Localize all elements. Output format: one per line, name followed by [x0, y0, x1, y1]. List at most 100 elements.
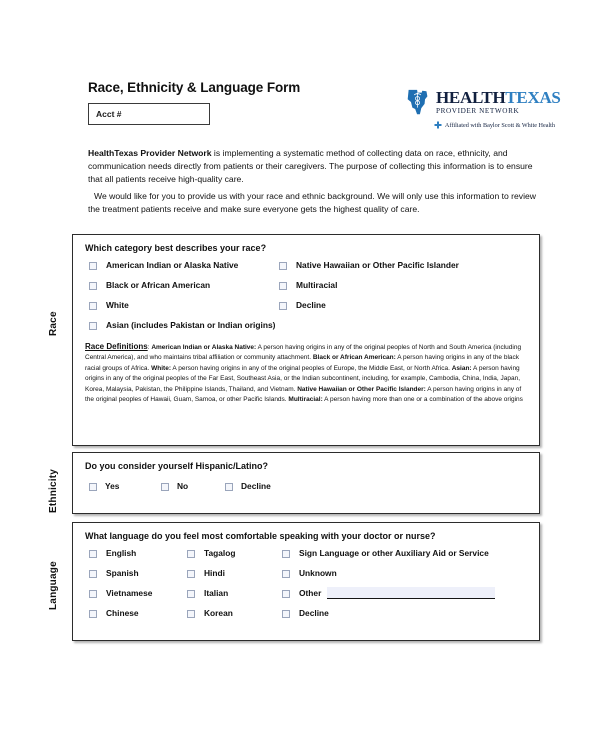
language-checkbox-decline[interactable] [282, 609, 290, 618]
language-option-label: Spanish [106, 568, 139, 578]
language-option-english[interactable]: English [85, 548, 152, 561]
ethnicity-option-label: Yes [105, 481, 120, 491]
language-checkbox-spanish[interactable] [89, 569, 97, 578]
race-option-native-hawaiian[interactable]: Native Hawaiian or Other Pacific Islande… [275, 260, 459, 273]
logo-word-health: HEALTH [436, 88, 506, 107]
race-option-label: Native Hawaiian or Other Pacific Islande… [296, 260, 459, 270]
intro-org-name: HealthTexas Provider Network [88, 148, 212, 158]
logo-word-texas: TEXAS [505, 88, 561, 107]
race-checkbox-native-hawaiian[interactable] [279, 261, 287, 270]
language-checkbox-korean[interactable] [187, 609, 195, 618]
language-option-vietnamese[interactable]: Vietnamese [85, 588, 152, 601]
language-option-other[interactable]: Other [278, 587, 496, 601]
language-option-label: Sign Language or other Auxiliary Aid or … [299, 548, 489, 558]
race-question: Which category best describes your race? [85, 243, 267, 253]
language-checkbox-unknown[interactable] [282, 569, 290, 578]
language-option-label: Italian [204, 588, 229, 598]
language-option-tagalog[interactable]: Tagalog [183, 548, 235, 561]
language-checkbox-sign-language[interactable] [282, 549, 290, 558]
race-checkbox-white[interactable] [89, 301, 97, 310]
race-option-label: White [106, 300, 129, 310]
language-checkbox-tagalog[interactable] [187, 549, 195, 558]
cross-icon [434, 121, 442, 129]
language-option-label: Decline [299, 608, 329, 618]
race-checkbox-decline[interactable] [279, 301, 287, 310]
language-option-unknown[interactable]: Unknown [278, 568, 495, 581]
race-definition-term: Black or African American: [312, 354, 396, 362]
race-options: American Indian or Alaska Native Black o… [73, 260, 539, 338]
race-option-decline[interactable]: Decline [275, 300, 459, 313]
race-definitions-title: Race Definitions [85, 342, 148, 351]
ethnicity-option-no[interactable]: No [157, 481, 221, 494]
ethnicity-options: Yes No Decline [73, 481, 539, 494]
language-option-decline[interactable]: Decline [278, 608, 495, 621]
language-checkbox-chinese[interactable] [89, 609, 97, 618]
ethnicity-question: Do you consider yourself Hispanic/Latino… [85, 461, 269, 471]
intro-paragraph-2: We would like for you to provide us with… [88, 191, 536, 215]
ethnicity-section: Do you consider yourself Hispanic/Latino… [72, 452, 540, 514]
language-option-spanish[interactable]: Spanish [85, 568, 152, 581]
ethnicity-checkbox-decline[interactable] [225, 482, 233, 491]
form-page: Race, Ethnicity & Language Form HEALTHTE… [0, 0, 600, 730]
language-side-label: Language [48, 561, 59, 611]
language-checkbox-english[interactable] [89, 549, 97, 558]
race-definition-term: Multiracial: [288, 396, 323, 404]
texas-caduceus-icon [407, 89, 428, 115]
race-checkbox-black[interactable] [89, 281, 97, 290]
race-option-label: Asian (includes Pakistan or Indian origi… [106, 320, 276, 330]
language-option-sign-language[interactable]: Sign Language or other Auxiliary Aid or … [278, 548, 495, 561]
language-option-korean[interactable]: Korean [183, 608, 235, 621]
race-option-label: American Indian or Alaska Native [106, 260, 239, 270]
race-option-asian[interactable]: Asian (includes Pakistan or Indian origi… [85, 320, 275, 333]
language-question: What language do you feel most comfortab… [85, 531, 436, 541]
language-option-label: Tagalog [204, 548, 236, 558]
race-option-american-indian[interactable]: American Indian or Alaska Native [85, 260, 275, 273]
healthtexas-logo: HEALTHTEXAS PROVIDER NETWORK Affiliated … [403, 86, 561, 134]
language-option-hindi[interactable]: Hindi [183, 568, 235, 581]
race-options-column-left: American Indian or Alaska Native Black o… [85, 260, 275, 340]
language-option-label: English [106, 548, 137, 558]
language-other-label: Other [299, 588, 322, 598]
language-options-column-2: Tagalog Hindi Italian Korean [183, 548, 235, 628]
race-definitions: Race Definitions: American Indian or Ala… [73, 342, 539, 405]
language-option-chinese[interactable]: Chinese [85, 608, 152, 621]
language-option-label: Unknown [299, 568, 337, 578]
language-other-input[interactable] [327, 587, 496, 599]
race-definition-term: Asian: [451, 364, 472, 372]
language-option-label: Hindi [204, 568, 225, 578]
race-option-white[interactable]: White [85, 300, 275, 313]
language-option-label: Korean [204, 608, 233, 618]
race-definition-text: A person having origins in any of the or… [170, 364, 452, 372]
race-option-label: Decline [296, 300, 326, 310]
ethnicity-option-label: No [177, 481, 189, 491]
logo-affiliation: Affiliated with Baylor Scott & White Hea… [403, 121, 555, 129]
intro-paragraph-1: HealthTexas Provider Network is implemen… [88, 147, 540, 186]
race-definition-term: American Indian or Alaska Native: [151, 344, 257, 351]
logo-affiliation-text: Affiliated with Baylor Scott & White Hea… [444, 121, 555, 129]
language-options: English Spanish Vietnamese Chinese Tagal… [73, 548, 539, 636]
language-checkbox-other[interactable] [282, 589, 290, 598]
logo-subtitle: PROVIDER NETWORK [436, 107, 520, 115]
race-checkbox-asian[interactable] [89, 321, 97, 330]
race-option-label: Black or African American [106, 280, 211, 290]
language-option-label: Chinese [106, 608, 139, 618]
race-options-column-right: Native Hawaiian or Other Pacific Islande… [275, 260, 459, 320]
language-option-italian[interactable]: Italian [183, 588, 235, 601]
race-option-black[interactable]: Black or African American [85, 280, 275, 293]
race-definition-term: Native Hawaiian or Other Pacific Islande… [297, 385, 426, 393]
language-checkbox-vietnamese[interactable] [89, 589, 97, 598]
language-section: What language do you feel most comfortab… [72, 522, 540, 641]
language-checkbox-italian[interactable] [187, 589, 195, 598]
ethnicity-checkbox-yes[interactable] [89, 482, 97, 491]
ethnicity-option-decline[interactable]: Decline [221, 481, 271, 494]
race-option-multiracial[interactable]: Multiracial [275, 280, 459, 293]
ethnicity-side-label: Ethnicity [48, 468, 59, 514]
logo-wordmark: HEALTHTEXAS [436, 89, 561, 106]
ethnicity-checkbox-no[interactable] [161, 482, 169, 491]
account-number-input[interactable] [88, 103, 210, 125]
ethnicity-option-label: Decline [241, 481, 271, 491]
race-checkbox-american-indian[interactable] [89, 261, 97, 270]
race-checkbox-multiracial[interactable] [279, 281, 287, 290]
ethnicity-option-yes[interactable]: Yes [85, 481, 157, 494]
language-checkbox-hindi[interactable] [187, 569, 195, 578]
